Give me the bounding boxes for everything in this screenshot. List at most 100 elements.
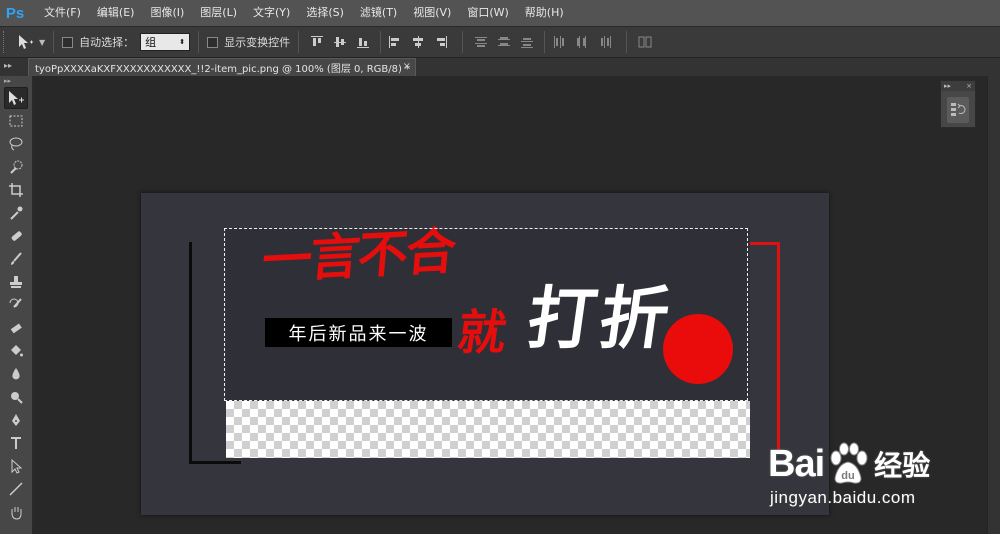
crop-tool[interactable]	[4, 179, 28, 201]
distribute-right-icon	[601, 36, 612, 48]
panel-collapse-icon[interactable]: ▸▸	[4, 61, 12, 70]
panel-collapse-icon[interactable]: ▸▸	[944, 81, 951, 91]
mini-panel-header: ▸▸ ×	[941, 81, 975, 91]
align-bottom-button[interactable]	[353, 33, 373, 51]
auto-select-label: 自动选择：	[79, 36, 135, 49]
lasso-icon	[9, 137, 23, 151]
blur-tool[interactable]	[4, 363, 28, 385]
divider	[626, 31, 628, 53]
svg-text:du: du	[841, 470, 854, 482]
auto-align-icon	[638, 36, 652, 48]
stamp-icon	[10, 276, 22, 288]
history-mini-panel: ▸▸ ×	[940, 80, 976, 128]
bandage-icon	[11, 231, 22, 241]
distribute-left-button[interactable]	[549, 33, 569, 51]
distribute-bottom-button[interactable]	[517, 33, 537, 51]
lasso-tool[interactable]	[4, 133, 28, 155]
quick-select-tool[interactable]	[4, 156, 28, 178]
hand-tool[interactable]	[4, 501, 28, 523]
tools-panel: ▸▸	[0, 76, 33, 534]
type-tool[interactable]	[4, 432, 28, 454]
align-left-button[interactable]	[385, 33, 405, 51]
auto-align-layers-button[interactable]	[635, 33, 655, 51]
distribute-right-button[interactable]	[595, 33, 615, 51]
path-select-tool[interactable]	[4, 455, 28, 477]
black-frame-line-vertical	[189, 242, 192, 464]
pen-tool[interactable]	[4, 409, 28, 431]
align-top-button[interactable]	[307, 33, 327, 51]
rectangular-marquee-icon	[9, 115, 23, 127]
clone-stamp-tool[interactable]	[4, 271, 28, 293]
selection-marquee[interactable]	[224, 228, 748, 401]
align-buttons	[307, 31, 454, 53]
paint-bucket-icon	[11, 345, 23, 357]
healing-brush-tool[interactable]	[4, 225, 28, 247]
auto-select-checkbox[interactable]	[62, 36, 74, 48]
photoshop-window: Ps 文件(F) 编辑(E) 图像(I) 图层(L) 文字(Y) 选择(S) 滤…	[0, 0, 1000, 534]
move-tool[interactable]	[4, 87, 28, 109]
distribute-vcenter-button[interactable]	[494, 33, 514, 51]
menu-view[interactable]: 视图(V)	[405, 0, 459, 26]
eyedropper-icon	[10, 206, 23, 220]
brush-tool[interactable]	[4, 248, 28, 270]
baidu-logo: Bai du 经验	[768, 442, 930, 486]
history-brush-icon	[9, 298, 22, 308]
menu-type[interactable]: 文字(Y)	[245, 0, 298, 26]
close-icon[interactable]: ×	[966, 81, 972, 91]
line-icon	[9, 482, 23, 496]
line-tool[interactable]	[4, 478, 28, 500]
divider	[53, 31, 55, 53]
toolbar-collapse-icon[interactable]: ▸▸	[0, 76, 32, 86]
marquee-tool[interactable]	[4, 110, 28, 132]
options-bar: ▼ 自动选择： 组 ⬍ 显示变换控件	[0, 26, 1000, 58]
divider	[544, 31, 546, 53]
align-vcenter-button[interactable]	[330, 33, 350, 51]
paint-bucket-tool[interactable]	[4, 340, 28, 362]
distribute-top-icon	[475, 37, 488, 47]
document-tab[interactable]: tyoPpXXXXaKXFXXXXXXXXXXX_!!2-item_pic.pn…	[28, 58, 416, 76]
close-icon[interactable]: ×	[403, 61, 411, 72]
tool-preset-picker[interactable]: ▼	[17, 34, 45, 50]
hand-icon	[11, 507, 22, 520]
move-tool-icon	[19, 35, 33, 49]
menu-edit[interactable]: 编辑(E)	[89, 0, 143, 26]
eyedropper-tool[interactable]	[4, 202, 28, 224]
paw-icon: du	[830, 442, 868, 484]
menu-file[interactable]: 文件(F)	[36, 0, 89, 26]
water-drop-icon	[12, 368, 20, 380]
auto-select-value: 组	[145, 36, 157, 49]
auto-select-dropdown[interactable]: 组 ⬍	[140, 33, 191, 51]
menu-layer[interactable]: 图层(L)	[192, 0, 245, 26]
eraser-tool[interactable]	[4, 317, 28, 339]
watermark-url: jingyan.baidu.com	[770, 488, 916, 507]
align-left-icon	[389, 36, 400, 48]
red-frame-line-vertical	[777, 242, 780, 454]
menu-select[interactable]: 选择(S)	[298, 0, 352, 26]
align-hcenter-button[interactable]	[408, 33, 428, 51]
history-panel-button[interactable]	[947, 97, 969, 123]
menu-filter[interactable]: 滤镜(T)	[352, 0, 405, 26]
app-logo: Ps	[5, 4, 25, 22]
right-panel-edge[interactable]	[987, 76, 1000, 534]
type-icon	[11, 437, 21, 449]
dodge-tool[interactable]	[4, 386, 28, 408]
align-right-button[interactable]	[431, 33, 451, 51]
black-frame-line-horizontal	[189, 461, 241, 464]
menu-image[interactable]: 图像(I)	[142, 0, 192, 26]
history-icon	[951, 103, 966, 116]
align-horizontal-center-icon	[413, 36, 424, 48]
menu-items: 文件(F) 编辑(E) 图像(I) 图层(L) 文字(Y) 选择(S) 滤镜(T…	[36, 0, 572, 26]
baidu-jingyan-watermark: Bai du 经验 jingyan.baidu.com	[768, 430, 948, 515]
move-tool-icon	[9, 91, 24, 105]
history-brush-tool[interactable]	[4, 294, 28, 316]
menu-help[interactable]: 帮助(H)	[517, 0, 572, 26]
options-grip[interactable]	[3, 31, 9, 53]
align-vertical-center-icon	[334, 37, 347, 47]
dropdown-arrows-icon: ⬍	[179, 38, 186, 46]
quick-select-icon	[10, 160, 23, 174]
show-transform-checkbox[interactable]	[207, 36, 219, 48]
menu-window[interactable]: 窗口(W)	[459, 0, 516, 26]
distribute-hcenter-button[interactable]	[572, 33, 592, 51]
distribute-top-button[interactable]	[471, 33, 491, 51]
pen-icon	[12, 414, 20, 426]
